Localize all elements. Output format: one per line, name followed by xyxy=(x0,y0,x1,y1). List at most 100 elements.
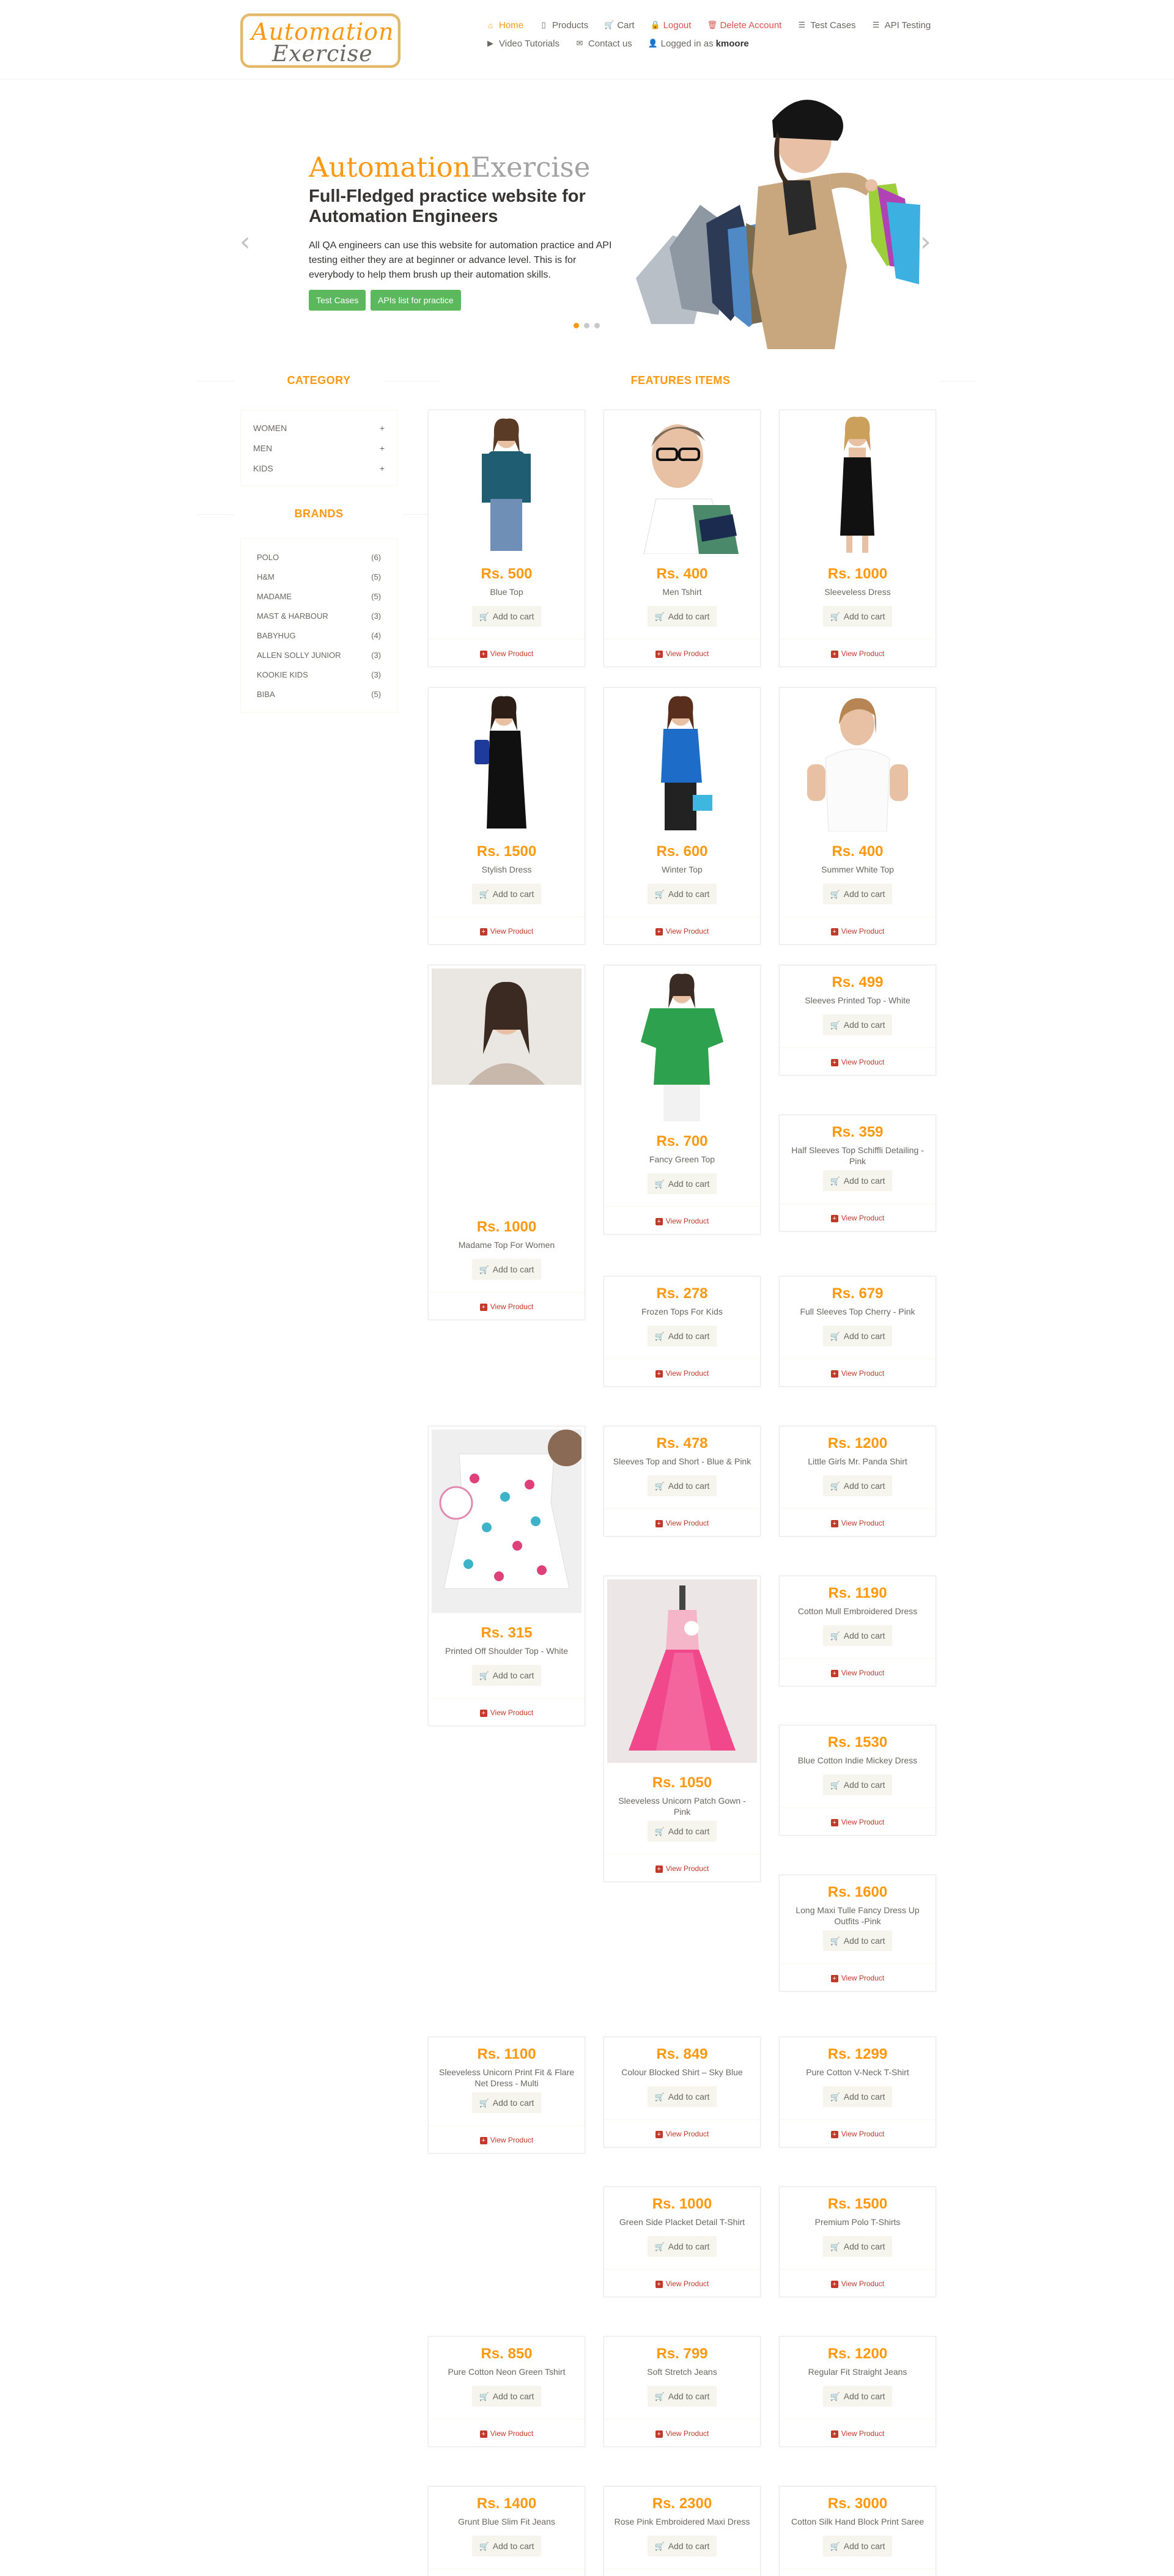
add-to-cart-button[interactable]: 🛒 Add to cart xyxy=(647,1475,717,1496)
add-to-cart-label: Add to cart xyxy=(843,1631,885,1640)
add-to-cart-button[interactable]: 🛒 Add to cart xyxy=(822,1625,893,1646)
brand-babyhug[interactable]: BABYHUG (4) xyxy=(257,626,381,645)
view-product-link[interactable]: +View Product xyxy=(604,1207,760,1234)
add-to-cart-button[interactable]: 🛒 Add to cart xyxy=(471,2386,542,2407)
add-to-cart-button[interactable]: 🛒 Add to cart xyxy=(471,2536,542,2556)
add-to-cart-button[interactable]: 🛒 Add to cart xyxy=(822,1326,893,1346)
carousel-dot-2[interactable] xyxy=(584,323,589,328)
view-product-link[interactable]: +View Product xyxy=(429,640,585,666)
add-to-cart-button[interactable]: 🛒 Add to cart xyxy=(647,2236,717,2257)
product-info: Rs. 2300 Rose Pink Embroidered Maxi Dres… xyxy=(604,2487,760,2556)
view-product-link[interactable]: +View Product xyxy=(429,1699,585,1725)
add-to-cart-button[interactable]: 🛒 Add to cart xyxy=(647,1821,717,1842)
site-logo[interactable]: Automation Exercise xyxy=(240,13,401,68)
view-product-link[interactable]: +View Product xyxy=(780,2419,936,2446)
carousel-prev-icon[interactable]: ‹ xyxy=(240,226,251,257)
add-to-cart-button[interactable]: 🛒 Add to cart xyxy=(822,2086,893,2107)
brand-count: (3) xyxy=(371,650,381,660)
add-to-cart-button[interactable]: 🛒 Add to cart xyxy=(822,1930,893,1951)
category-men[interactable]: MEN + xyxy=(253,438,385,458)
category-women[interactable]: WOMEN + xyxy=(253,418,385,438)
view-product-link[interactable]: +View Product xyxy=(429,2126,585,2153)
add-to-cart-button[interactable]: 🛒 Add to cart xyxy=(471,1665,542,1686)
add-to-cart-button[interactable]: 🛒 Add to cart xyxy=(647,2386,717,2407)
brand-biba[interactable]: BIBA (5) xyxy=(257,684,381,704)
plus-square-icon: + xyxy=(655,1370,663,1378)
brand-mast-harbour[interactable]: MAST & HARBOUR (3) xyxy=(257,606,381,626)
carousel-dot-3[interactable] xyxy=(594,323,600,328)
view-product-link[interactable]: +View Product xyxy=(604,2270,760,2297)
view-product-link[interactable]: +View Product xyxy=(780,1204,936,1231)
brand-madame[interactable]: MADAME (5) xyxy=(257,586,381,606)
cart-icon: 🛒 xyxy=(654,1179,665,1189)
nav-home[interactable]: ⌂ Home xyxy=(486,20,523,31)
view-product-link[interactable]: +View Product xyxy=(604,2569,760,2576)
product-image xyxy=(607,691,757,832)
nav-products[interactable]: ▯ Products xyxy=(539,20,588,31)
product-price: Rs. 1050 xyxy=(652,1774,712,1791)
view-product-link[interactable]: +View Product xyxy=(429,2419,585,2446)
brand-hm[interactable]: H&M (5) xyxy=(257,567,381,586)
add-to-cart-button[interactable]: 🛒 Add to cart xyxy=(822,884,893,904)
add-to-cart-button[interactable]: 🛒 Add to cart xyxy=(471,606,542,627)
add-to-cart-button[interactable]: 🛒 Add to cart xyxy=(822,1774,893,1795)
add-to-cart-button[interactable]: 🛒 Add to cart xyxy=(647,2536,717,2556)
view-product-link[interactable]: +View Product xyxy=(429,917,585,944)
view-product-link[interactable]: +View Product xyxy=(604,1854,760,1881)
view-product-link[interactable]: +View Product xyxy=(780,1964,936,1991)
add-to-cart-button[interactable]: 🛒 Add to cart xyxy=(471,1259,542,1280)
view-product-link[interactable]: +View Product xyxy=(780,640,936,666)
brand-polo[interactable]: POLO (6) xyxy=(257,547,381,567)
view-product-link[interactable]: +View Product xyxy=(429,2569,585,2576)
view-product-link[interactable]: +View Product xyxy=(429,1293,585,1319)
nav-cart[interactable]: 🛒 Cart xyxy=(604,20,634,31)
add-to-cart-button[interactable]: 🛒 Add to cart xyxy=(822,1475,893,1496)
view-product-link[interactable]: +View Product xyxy=(604,1359,760,1386)
add-to-cart-button[interactable]: 🛒 Add to cart xyxy=(822,1014,893,1035)
add-to-cart-button[interactable]: 🛒 Add to cart xyxy=(822,1170,893,1191)
nav-video-tutorials[interactable]: ▶ Video Tutorials xyxy=(486,39,559,49)
view-product-link[interactable]: +View Product xyxy=(780,1659,936,1686)
view-product-link[interactable]: +View Product xyxy=(604,1509,760,1536)
nav-test-cases[interactable]: ☰ Test Cases xyxy=(797,20,856,31)
view-product-link[interactable]: +View Product xyxy=(604,640,760,666)
nav-logout[interactable]: 🔒 Logout xyxy=(651,20,692,31)
add-to-cart-label: Add to cart xyxy=(668,2242,710,2251)
brand-kookie-kids[interactable]: KOOKIE KIDS (3) xyxy=(257,665,381,684)
category-kids[interactable]: KIDS + xyxy=(253,458,385,478)
add-to-cart-button[interactable]: 🛒 Add to cart xyxy=(471,2092,542,2113)
brand-allen-solly-junior[interactable]: ALLEN SOLLY JUNIOR (3) xyxy=(257,645,381,665)
view-product-link[interactable]: +View Product xyxy=(780,1509,936,1536)
test-cases-button[interactable]: Test Cases xyxy=(309,290,366,311)
nav-contact-us[interactable]: ✉ Contact us xyxy=(575,39,632,49)
view-product-link[interactable]: +View Product xyxy=(780,2120,936,2147)
view-product-link[interactable]: +View Product xyxy=(780,1359,936,1386)
view-product-link[interactable]: +View Product xyxy=(780,1048,936,1075)
nav-api-testing[interactable]: ☰ API Testing xyxy=(872,20,931,31)
view-product-link[interactable]: +View Product xyxy=(780,917,936,944)
add-to-cart-button[interactable]: 🛒 Add to cart xyxy=(647,1173,717,1194)
view-product-link[interactable]: +View Product xyxy=(604,2419,760,2446)
add-to-cart-button[interactable]: 🛒 Add to cart xyxy=(647,606,717,627)
view-product-link[interactable]: +View Product xyxy=(780,1808,936,1835)
product-card: Rs. 1500 Stylish Dress 🛒 Add to cart + Vie… xyxy=(428,687,585,945)
youtube-icon: ▶ xyxy=(487,39,493,48)
add-to-cart-button[interactable]: 🛒 Add to cart xyxy=(647,884,717,904)
view-product-link[interactable]: +View Product xyxy=(780,2569,936,2576)
add-to-cart-button[interactable]: 🛒 Add to cart xyxy=(822,2236,893,2257)
product-card: Rs. 278 Frozen Tops For Kids 🛒 Add to car… xyxy=(604,1276,761,1387)
add-to-cart-label: Add to cart xyxy=(492,2391,534,2401)
add-to-cart-button[interactable]: 🛒 Add to cart xyxy=(822,2536,893,2556)
view-product-link[interactable]: +View Product xyxy=(604,2120,760,2147)
carousel-dot-1[interactable] xyxy=(574,323,579,328)
add-to-cart-button[interactable]: 🛒 Add to cart xyxy=(822,2386,893,2407)
apis-list-button[interactable]: APIs list for practice xyxy=(371,290,461,311)
view-product-link[interactable]: +View Product xyxy=(780,2270,936,2297)
cart-icon: 🛒 xyxy=(479,612,489,621)
nav-delete-account[interactable]: 🗑 Delete Account xyxy=(707,20,781,31)
add-to-cart-button[interactable]: 🛒 Add to cart xyxy=(471,884,542,904)
add-to-cart-button[interactable]: 🛒 Add to cart xyxy=(647,1326,717,1346)
view-product-link[interactable]: +View Product xyxy=(604,917,760,944)
add-to-cart-button[interactable]: 🛒 Add to cart xyxy=(647,2086,717,2107)
add-to-cart-button[interactable]: 🛒 Add to cart xyxy=(822,606,893,627)
